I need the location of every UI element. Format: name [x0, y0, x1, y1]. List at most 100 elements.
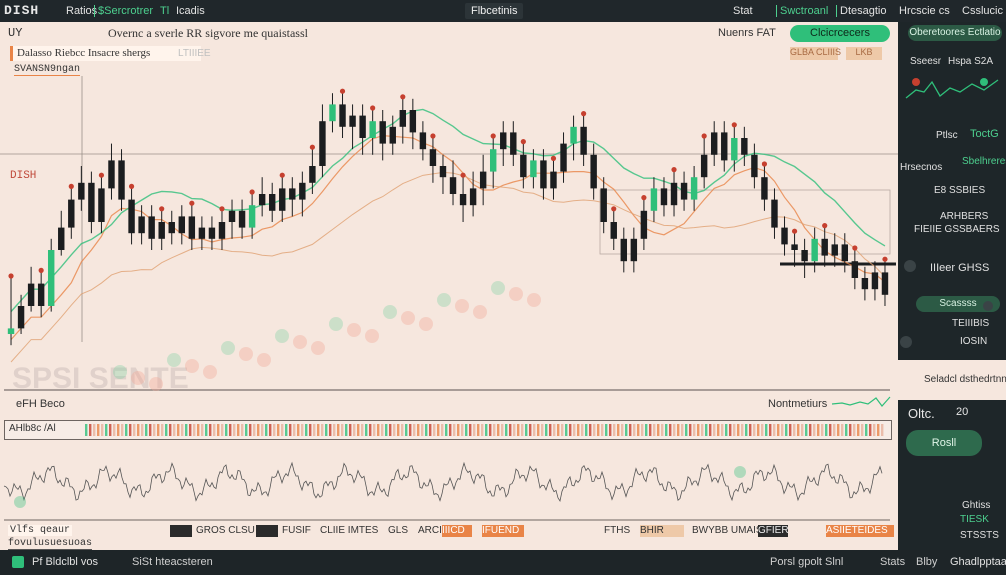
volume-bar	[453, 424, 456, 436]
ticker-item-3[interactable]: GLS	[388, 525, 408, 536]
volume-bar	[829, 424, 832, 436]
candle-body	[148, 216, 155, 239]
volume-bar	[301, 424, 304, 436]
volume-bar	[669, 424, 672, 436]
price-chart: SPSI SENTE	[0, 76, 898, 392]
candle-marker	[430, 133, 436, 139]
volume-bar	[605, 424, 608, 436]
menu-item-1[interactable]: $Sercrotrer	[94, 5, 153, 17]
trail-bubble	[473, 305, 487, 319]
bottom-right-1[interactable]: Stats	[880, 556, 905, 568]
volume-bar	[569, 424, 572, 436]
trail-bubble	[437, 293, 451, 307]
candle	[88, 171, 95, 234]
candle-body	[550, 171, 557, 189]
volume-bar	[349, 424, 352, 436]
candle-body	[791, 244, 798, 250]
ticker-item-6[interactable]: IFUEND	[482, 525, 524, 537]
ticker-item-2[interactable]: CLIIE IMTES	[320, 525, 378, 536]
volume-bar	[633, 424, 636, 436]
ticker-item-1[interactable]: FUSIF	[282, 525, 311, 536]
volume-bar	[173, 424, 176, 436]
bottom-right-2[interactable]: Blby	[916, 556, 937, 568]
candle-marker	[8, 273, 14, 279]
candle	[751, 143, 758, 189]
volume-bar	[533, 424, 536, 436]
candle-body	[570, 126, 577, 144]
trail-bubble	[365, 329, 379, 343]
candle	[700, 133, 708, 189]
candle	[178, 205, 186, 245]
volume-bar	[649, 424, 652, 436]
volume-bar	[777, 424, 780, 436]
volume-bar	[573, 424, 576, 436]
bottom-left-label[interactable]: Pf Bldclbl vos	[32, 556, 98, 568]
volume-bar	[345, 424, 348, 436]
candle	[68, 183, 75, 239]
candle	[479, 154, 487, 206]
volume-bar	[205, 424, 208, 436]
ticker-item-5[interactable]: IIICD	[442, 525, 472, 537]
volume-bar	[577, 424, 580, 436]
candle	[419, 121, 427, 161]
right-ticker-2[interactable]: GFIER	[758, 525, 789, 537]
volume-bar	[425, 424, 428, 436]
volume-bar	[857, 424, 860, 436]
volume-bar	[433, 424, 436, 436]
volume-bar	[249, 424, 252, 436]
candle	[781, 216, 788, 256]
ticker-item-0[interactable]: GROS CLSU	[196, 525, 255, 536]
volume-bar	[821, 424, 824, 436]
panel-top-button[interactable]: Oberetoores Ectlatio	[908, 25, 1002, 41]
candle	[329, 93, 336, 133]
candle-body	[248, 205, 256, 228]
volume-bar	[629, 424, 632, 436]
menu-item-swctro[interactable]: Swctroanl	[776, 5, 828, 17]
menu-item-0[interactable]: Ratios	[66, 5, 97, 17]
menu-item-3[interactable]: Icadis	[176, 5, 205, 17]
right-ticker-1[interactable]: BWYBB UMAIS	[692, 525, 763, 536]
candle	[289, 177, 296, 217]
tab-center[interactable]: Flbcetinis	[465, 3, 524, 19]
volume-bar	[697, 424, 700, 436]
candle	[158, 206, 165, 250]
menu-item-dtesa[interactable]: Dtesagtio	[836, 5, 886, 17]
candle-body	[731, 138, 738, 161]
candle	[600, 177, 607, 234]
volume-bar	[645, 424, 648, 436]
volume-bar	[101, 424, 104, 436]
candle	[459, 172, 467, 222]
volume-bar	[797, 424, 800, 436]
candle	[47, 238, 55, 312]
reset-button[interactable]: Rosll	[906, 430, 982, 456]
bottom-mid-label[interactable]: SiSt hteacsteren	[132, 556, 213, 568]
candle	[590, 143, 597, 200]
volume-bar	[209, 424, 212, 436]
bottom-right-0[interactable]: Porsl gpolt Slnl	[770, 556, 843, 568]
panel-sparkline-1	[905, 78, 999, 99]
bottom-right-3[interactable]: Ghadlpptaa	[950, 556, 1006, 568]
volume-bar	[733, 424, 736, 436]
volume-bar	[625, 424, 628, 436]
menu-item-2[interactable]: Tl	[160, 5, 169, 17]
volume-bar	[365, 424, 368, 436]
volume-bar	[377, 424, 380, 436]
trail-bubble	[293, 335, 307, 349]
volume-bar	[741, 424, 744, 436]
right-ticker-3[interactable]: ASIIETEIDES	[826, 525, 894, 537]
candle	[78, 166, 85, 211]
volume-bar	[793, 424, 796, 436]
volume-bar	[169, 424, 172, 436]
trail-bubble	[149, 377, 163, 391]
menu-item-cssl[interactable]: Csslucic	[962, 5, 1003, 17]
right-ticker-0[interactable]: BHIR	[640, 525, 684, 537]
candle-body	[469, 188, 477, 206]
menu-item-stat[interactable]: Stat	[733, 5, 753, 17]
candle-marker	[128, 183, 135, 189]
menu-item-hrcs[interactable]: Hrcscie cs	[899, 5, 950, 17]
panel-label-8: FIEIIE GSSBAERS	[914, 224, 1000, 235]
candle	[640, 195, 648, 250]
candle-body	[700, 154, 708, 178]
bottom-status-bar: Pf Bldclbl vos SiSt hteacsteren Porsl gp…	[0, 550, 1006, 575]
candle-body	[309, 166, 316, 183]
